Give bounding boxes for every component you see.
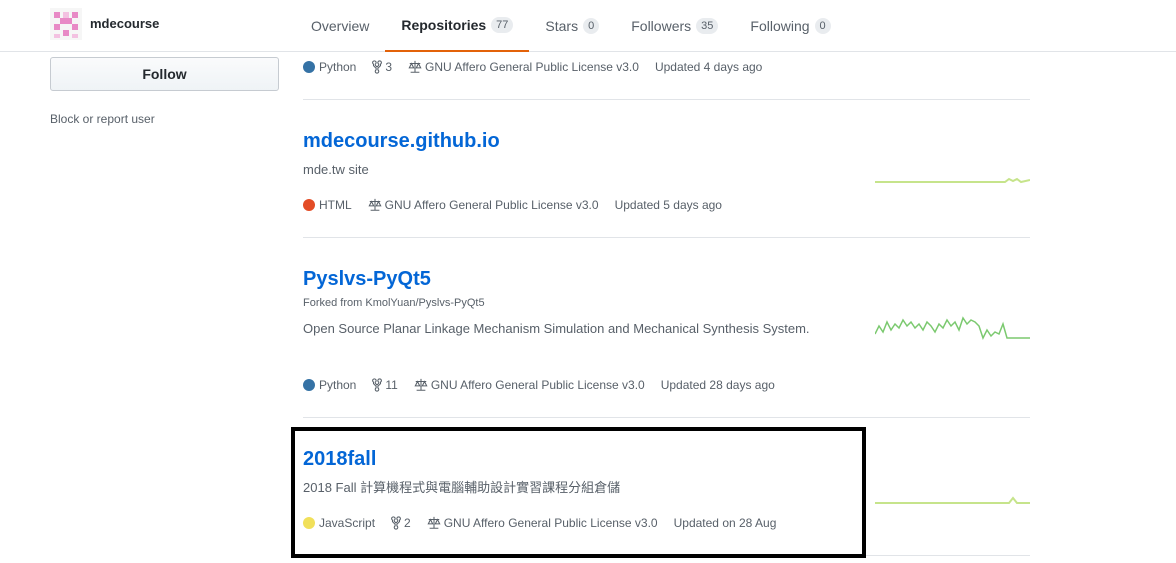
repo-description: mde.tw site [303,162,369,177]
followers-count: 35 [696,18,719,34]
repo-license: GNU Affero General Public License v3.0 [368,198,599,212]
tab-followers[interactable]: Followers 35 [615,0,734,52]
repo-item: Python 3 GNU Affero General Public Licen… [303,52,1030,100]
activity-sparkline [875,316,1030,340]
license-label: GNU Affero General Public License v3.0 [384,198,599,212]
repo-license: GNU Affero General Public License v3.0 [408,60,639,74]
tab-label: Stars [545,18,579,34]
profile-header: mdecourse Overview Repositories 77 Stars… [0,0,1176,52]
tab-label: Repositories [401,17,487,33]
repo-updated: Updated 4 days ago [654,60,763,74]
repo-updated: Updated on 28 Aug [673,516,777,530]
law-icon [414,378,428,391]
repo-description: 2018 Fall 計算機程式與電腦輔助設計實習課程分組倉儲 [303,480,621,495]
language-color-dot [303,379,315,391]
law-icon [408,60,422,73]
repo-language: JavaScript [303,516,375,530]
fork-icon [372,60,383,74]
repo-name-link[interactable]: mdecourse.github.io [303,130,500,153]
fork-source-note: Forked from KmolYuan/Pyslvs-PyQt5 [303,297,485,309]
repo-meta: Python 3 GNU Affero General Public Licen… [303,60,778,74]
stars-count: 0 [583,18,600,34]
law-icon [368,198,382,211]
repo-license: GNU Affero General Public License v3.0 [414,378,645,392]
repo-description: Open Source Planar Linkage Mechanism Sim… [303,321,810,336]
license-label: GNU Affero General Public License v3.0 [425,60,639,74]
fork-count: 2 [404,516,411,530]
repo-language: HTML [303,198,352,212]
following-count: 0 [814,18,831,34]
tab-following[interactable]: Following 0 [734,0,846,52]
avatar[interactable] [50,8,82,40]
repo-updated: Updated 5 days ago [614,198,722,212]
tab-stars[interactable]: Stars 0 [529,0,615,52]
license-label: GNU Affero General Public License v3.0 [443,516,658,530]
repositories-count: 77 [491,17,514,33]
language-label: Python [319,378,357,392]
repo-license: GNU Affero General Public License v3.0 [427,516,658,530]
tab-label: Following [750,18,810,34]
tab-repositories[interactable]: Repositories 77 [385,0,530,52]
repo-updated: Updated 28 days ago [660,378,775,392]
repo-language: Python [303,378,356,392]
repo-meta: HTML GNU Affero General Public License v… [303,198,738,212]
repo-forks[interactable]: 2 [391,516,411,530]
fork-count: 11 [385,378,398,392]
repo-item: 2018fall 2018 Fall 計算機程式與電腦輔助設計實習課程分組倉儲 … [303,418,1030,556]
fork-count: 3 [385,60,393,74]
language-color-dot [303,61,315,73]
repo-language: Python [303,60,356,74]
repo-meta: Python 11 GNU Affero General Public Lice… [303,378,791,392]
repo-item: mdecourse.github.io mde.tw site HTML GNU… [303,100,1030,238]
law-icon [427,516,441,529]
repo-forks[interactable]: 11 [372,378,398,392]
fork-prefix: Forked from [303,297,366,309]
license-label: GNU Affero General Public License v3.0 [430,378,645,392]
profile-username[interactable]: mdecourse [90,16,159,31]
language-label: Python [319,60,357,74]
tab-label: Followers [631,18,692,34]
activity-sparkline [875,496,1030,504]
repo-name-link[interactable]: Pyslvs-PyQt5 [303,268,431,291]
activity-sparkline [875,177,1030,184]
fork-icon [372,378,383,392]
tab-label: Overview [311,18,370,34]
repo-meta: JavaScript 2 GNU Affero General Public L… [303,516,792,530]
tab-overview[interactable]: Overview [295,0,385,52]
language-label: HTML [319,198,352,212]
profile-tabs: Overview Repositories 77 Stars 0 Followe… [295,0,847,52]
fork-source-link[interactable]: KmolYuan/Pyslvs-PyQt5 [365,297,484,309]
repo-item: Pyslvs-PyQt5 Forked from KmolYuan/Pyslvs… [303,238,1030,418]
language-label: JavaScript [319,516,376,530]
repo-forks[interactable]: 3 [372,60,392,74]
language-color-dot [303,199,315,211]
language-color-dot [303,517,315,529]
block-report-link[interactable]: Block or report user [50,112,155,126]
fork-icon [391,516,401,530]
follow-button[interactable]: Follow [50,57,279,91]
repo-name-link[interactable]: 2018fall [303,448,376,471]
